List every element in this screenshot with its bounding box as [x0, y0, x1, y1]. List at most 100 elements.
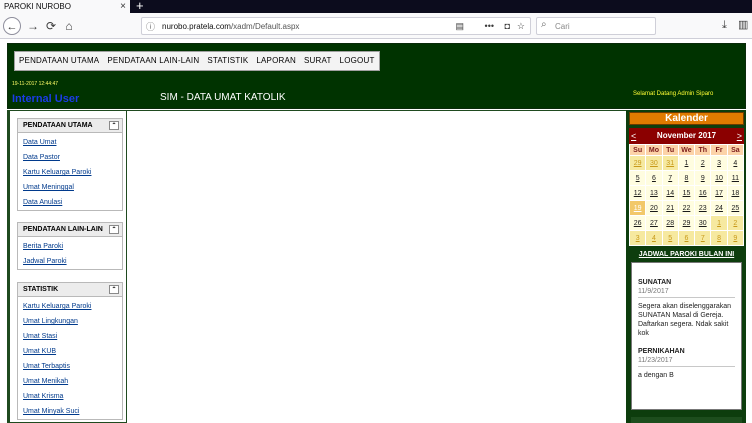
jadwal-title[interactable]: JADWAL PAROKI BULAN INI — [629, 251, 744, 258]
calendar-day[interactable]: 20 — [645, 200, 663, 216]
collapse-icon[interactable]: ⌃ — [109, 225, 119, 234]
calendar-day[interactable]: 24 — [710, 200, 728, 216]
calendar-day[interactable]: 13 — [645, 185, 663, 201]
calendar-day[interactable]: 27 — [645, 215, 663, 231]
sidebar-link-jadwal-paroki[interactable]: Jadwal Paroki — [18, 254, 122, 269]
collapse-icon[interactable]: ⌃ — [109, 121, 119, 130]
calendar: < November 2017 > Su Mo Tu We Th Fr Sa 29 30 31 1… — [628, 128, 745, 246]
sidebar-link-stat-kartu-keluarga[interactable]: Kartu Keluarga Paroki — [18, 299, 122, 314]
calendar-title: Kalender — [629, 112, 744, 125]
datetime-label: 19-11-2017 12:44:47 — [12, 81, 59, 87]
sidebar-link-umat-menikah[interactable]: Umat Menikah — [18, 374, 122, 389]
sidebar-link-umat-meninggal[interactable]: Umat Meninggal — [18, 180, 122, 195]
page-title: SIM - DATA UMAT KATOLIK — [160, 92, 286, 103]
menu-logout[interactable]: LOGOUT — [336, 52, 379, 70]
sidebar-link-data-anulasi[interactable]: Data Anulasi — [18, 195, 122, 210]
sidebar-link-umat-minyak-suci[interactable]: Umat Minyak Suci — [18, 404, 122, 419]
calendar-day[interactable]: 1 — [677, 155, 696, 171]
event-item: PERNIKAHAN 11/23/2017 a dengan B — [638, 348, 735, 380]
calendar-day[interactable]: 30 — [645, 155, 663, 171]
calendar-day[interactable]: 7 — [661, 170, 679, 186]
sidebar-link-umat-stasi[interactable]: Umat Stasi — [18, 329, 122, 344]
menu-laporan[interactable]: LAPORAN — [252, 52, 300, 70]
calendar-day[interactable]: 5 — [628, 170, 647, 186]
sidebar-link-data-umat[interactable]: Data Umat — [18, 135, 122, 150]
calendar-day[interactable]: 16 — [694, 185, 712, 201]
search-input[interactable]: ⌕ Cari — [536, 17, 656, 35]
calendar-day[interactable]: 19 — [628, 200, 647, 216]
calendar-day[interactable]: 8 — [677, 170, 696, 186]
calendar-day[interactable]: 26 — [628, 215, 647, 231]
reader-view-icon[interactable]: ▤ — [455, 19, 464, 34]
calendar-day[interactable]: 29 — [628, 155, 647, 171]
calendar-day[interactable]: 14 — [661, 185, 679, 201]
sidebar-link-umat-lingkungan[interactable]: Umat Lingkungan — [18, 314, 122, 329]
calendar-day[interactable]: 3 — [628, 230, 647, 246]
info-icon[interactable]: ⓘ — [146, 20, 155, 33]
calendar-next-link[interactable]: > — [737, 128, 742, 144]
sidebar-link-umat-krisma[interactable]: Umat Krisma — [18, 389, 122, 404]
calendar-day[interactable]: 15 — [677, 185, 696, 201]
sidebar-link-data-pastor[interactable]: Data Pastor — [18, 150, 122, 165]
calendar-day[interactable]: 29 — [677, 215, 696, 231]
sidebar-link-kartu-keluarga[interactable]: Kartu Keluarga Paroki — [18, 165, 122, 180]
user-label: Internal User — [12, 93, 80, 105]
calendar-day[interactable]: 9 — [726, 230, 745, 246]
new-tab-button[interactable]: + — [136, 0, 144, 13]
event-description: a dengan B — [638, 372, 674, 379]
collapse-icon[interactable]: ⌃ — [109, 285, 119, 294]
calendar-day[interactable]: 23 — [694, 200, 712, 216]
calendar-day[interactable]: 12 — [628, 185, 647, 201]
download-icon[interactable]: ⤓ — [722, 18, 727, 33]
calendar-day[interactable]: 1 — [710, 215, 728, 231]
reload-icon[interactable]: ⟳ — [42, 17, 60, 35]
web-page: PENDATAAN UTAMA PENDATAAN LAIN-LAIN STAT… — [0, 40, 752, 423]
sidebar-link-umat-kub[interactable]: Umat KUB — [18, 344, 122, 359]
calendar-day[interactable]: 4 — [726, 155, 745, 171]
calendar-day[interactable]: 31 — [661, 155, 679, 171]
home-icon[interactable]: ⌂ — [60, 17, 78, 35]
calendar-day[interactable]: 10 — [710, 170, 728, 186]
calendar-day[interactable]: 28 — [661, 215, 679, 231]
calendar-day[interactable]: 11 — [726, 170, 745, 186]
section-header: STATISTIK ⌃ — [18, 283, 122, 297]
back-arrow-icon[interactable]: ← — [3, 17, 21, 35]
menu-pendataan-lain-lain[interactable]: PENDATAAN LAIN-LAIN — [103, 52, 203, 70]
calendar-day[interactable]: 2 — [694, 155, 712, 171]
forward-arrow-icon[interactable]: → — [24, 17, 42, 35]
menu-pendataan-utama[interactable]: PENDATAAN UTAMA — [15, 52, 103, 70]
calendar-day[interactable]: 21 — [661, 200, 679, 216]
tab-title: PAROKI NUROBO — [4, 2, 71, 11]
calendar-day[interactable]: 5 — [661, 230, 679, 246]
calendar-day[interactable]: 6 — [677, 230, 696, 246]
page-actions-icon[interactable]: ••• — [485, 19, 494, 34]
sidebar-section-statistik: STATISTIK ⌃ Kartu Keluarga Paroki Umat L… — [17, 282, 123, 420]
calendar-day[interactable]: 3 — [710, 155, 728, 171]
calendar-day[interactable]: 6 — [645, 170, 663, 186]
browser-navbar: ← → ⟳ ⌂ ⓘ nurobo.pratela.com/xadm/Defaul… — [0, 13, 752, 39]
sidebar-link-berita-paroki[interactable]: Berita Paroki — [18, 239, 122, 254]
calendar-day[interactable]: 7 — [694, 230, 712, 246]
bookmark-star-icon[interactable]: ☆ — [517, 19, 525, 34]
url-bar[interactable]: ⓘ nurobo.pratela.com/xadm/Default.aspx ▤… — [141, 17, 531, 35]
menu-statistik[interactable]: STATISTIK — [203, 52, 252, 70]
calendar-day[interactable]: 18 — [726, 185, 745, 201]
calendar-day[interactable]: 4 — [645, 230, 663, 246]
calendar-day[interactable]: 25 — [726, 200, 745, 216]
tab-close-icon[interactable]: × — [120, 0, 126, 13]
library-icon[interactable]: ▥ — [738, 18, 748, 33]
sidebar-link-umat-terbaptis[interactable]: Umat Terbaptis — [18, 359, 122, 374]
pocket-icon[interactable]: ◘ — [505, 19, 510, 34]
calendar-day[interactable]: 30 — [694, 215, 712, 231]
calendar-day[interactable]: 9 — [694, 170, 712, 186]
calendar-day[interactable]: 17 — [710, 185, 728, 201]
calendar-day-header: We — [677, 144, 696, 156]
browser-tab[interactable]: PAROKI NUROBO × — [0, 0, 130, 13]
main-menu: PENDATAAN UTAMA PENDATAAN LAIN-LAIN STAT… — [14, 51, 380, 71]
calendar-day[interactable]: 22 — [677, 200, 696, 216]
calendar-day[interactable]: 8 — [710, 230, 728, 246]
sidebar-section-pendataan-utama: PENDATAAN UTAMA ⌃ Data Umat Data Pastor … — [17, 118, 123, 211]
calendar-day[interactable]: 2 — [726, 215, 745, 231]
menu-surat[interactable]: SURAT — [300, 52, 336, 70]
section-title: STATISTIK — [23, 286, 59, 293]
